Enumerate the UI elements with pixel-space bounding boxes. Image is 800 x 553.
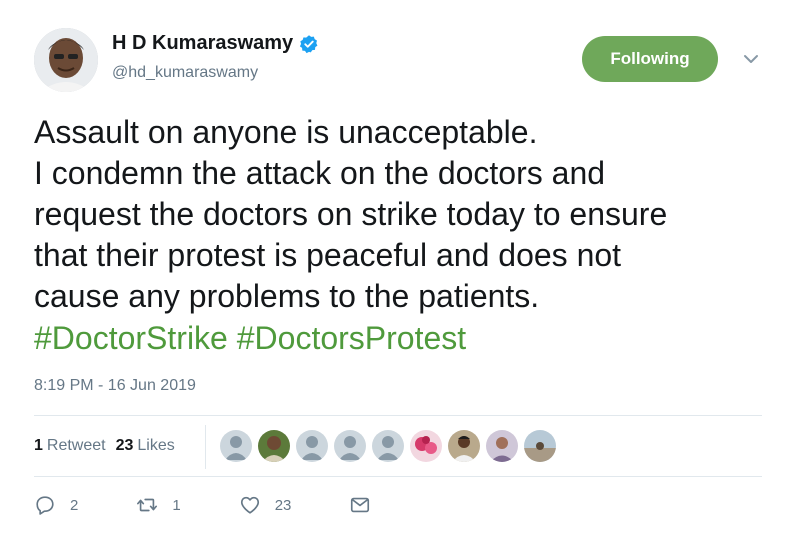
person-photo-icon	[258, 430, 290, 462]
user-avatar[interactable]	[34, 28, 98, 92]
tweet-hashtags: #DoctorStrike #DoctorsProtest	[34, 318, 466, 359]
reply-button[interactable]: 2	[34, 494, 78, 516]
user-name-row[interactable]: H D Kumaraswamy	[112, 32, 319, 55]
divider	[34, 415, 762, 416]
retweet-icon	[137, 498, 158, 512]
direct-message-button[interactable]	[349, 494, 371, 516]
stats-divider	[205, 425, 206, 469]
retweets-label: Retweet	[46, 437, 106, 454]
verified-badge-icon	[300, 34, 318, 53]
default-avatar-icon	[334, 430, 366, 462]
divider	[34, 476, 762, 477]
likes-count: 23	[115, 437, 134, 454]
liker-avatar[interactable]	[524, 430, 556, 462]
envelope-icon	[351, 497, 370, 513]
liker-avatar[interactable]	[220, 430, 252, 462]
engagement-stats: 1 Retweet 23 Likes	[34, 437, 175, 455]
person-photo-icon	[486, 430, 518, 462]
retweets-count: 1	[34, 437, 43, 454]
tweet-text: Assault on anyone is unacceptable. I con…	[34, 114, 668, 314]
liker-avatar[interactable]	[486, 430, 518, 462]
tweet-actions: 2 1 23	[34, 494, 371, 516]
liker-avatar[interactable]	[334, 430, 366, 462]
landscape-photo-icon	[524, 430, 556, 462]
retweet-count: 1	[172, 496, 181, 514]
hashtag-doctorsprotest[interactable]: #DoctorsProtest	[237, 320, 466, 356]
liker-avatar[interactable]	[410, 430, 442, 462]
hashtag-doctorstrike[interactable]: #DoctorStrike	[34, 320, 228, 356]
default-avatar-icon	[296, 430, 328, 462]
retweet-button[interactable]: 1	[136, 494, 181, 516]
liker-avatar[interactable]	[258, 430, 290, 462]
like-count: 23	[274, 496, 292, 514]
liker-avatar[interactable]	[372, 430, 404, 462]
person-photo-icon	[448, 430, 480, 462]
following-button[interactable]: Following	[582, 36, 718, 82]
user-name[interactable]: H D Kumaraswamy	[112, 32, 293, 55]
avatar-photo-icon	[34, 28, 98, 92]
retweets-stat[interactable]: 1 Retweet	[34, 437, 106, 455]
liker-avatars	[220, 430, 556, 462]
user-handle[interactable]: @hd_kumaraswamy	[112, 64, 258, 82]
liker-avatar[interactable]	[448, 430, 480, 462]
default-avatar-icon	[220, 430, 252, 462]
chevron-down-icon[interactable]	[742, 50, 760, 68]
heart-icon	[240, 496, 259, 514]
tweet-timestamp[interactable]: 8:19 PM - 16 Jun 2019	[34, 377, 196, 395]
default-avatar-icon	[372, 430, 404, 462]
tweet-card: H D Kumaraswamy @hd_kumaraswamy Followin…	[0, 0, 800, 553]
reply-icon	[36, 496, 54, 515]
reply-count: 2	[70, 496, 79, 514]
likes-stat[interactable]: 23 Likes	[116, 437, 175, 455]
likes-label: Likes	[137, 437, 175, 454]
liker-avatar[interactable]	[296, 430, 328, 462]
like-button[interactable]: 23	[239, 494, 292, 516]
flower-photo-icon	[410, 430, 442, 462]
